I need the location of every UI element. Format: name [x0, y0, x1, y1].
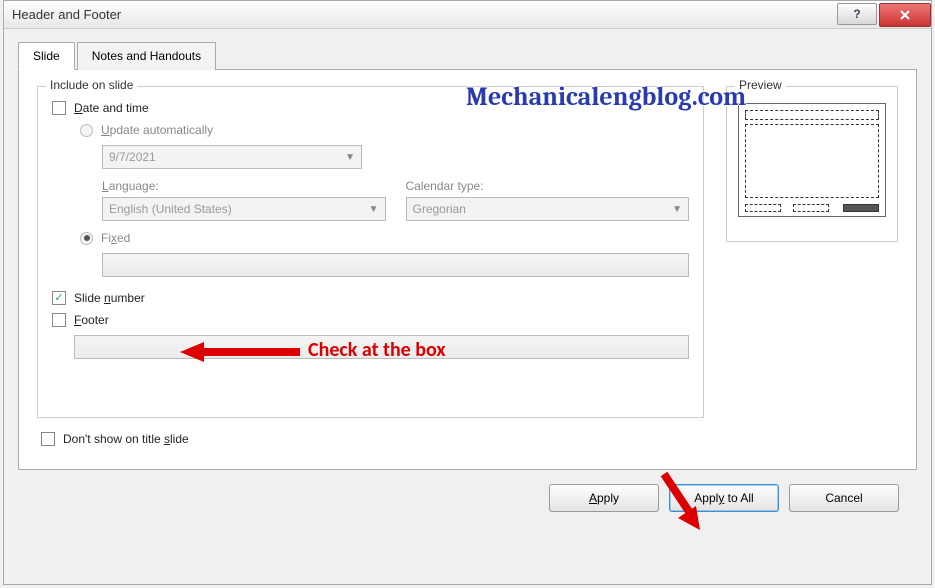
chevron-down-icon: ▼ [345, 152, 355, 163]
right-column: Preview [726, 86, 898, 451]
fixed-row: Fixed [80, 231, 689, 245]
include-on-slide-group: Include on slide Date and time Update au… [37, 86, 704, 418]
titlebar-buttons: ? [835, 3, 931, 27]
footer-label: Footer [74, 313, 109, 327]
date-time-options: Update automatically 9/7/2021 ▼ [80, 123, 689, 277]
apply-to-all-button[interactable]: Apply to All [669, 484, 779, 512]
left-column: Include on slide Date and time Update au… [37, 86, 704, 451]
close-button[interactable] [879, 3, 931, 27]
date-time-row: Date and time [52, 101, 689, 115]
update-auto-label: Update automatically [101, 123, 213, 137]
calendar-combo[interactable]: Gregorian ▼ [406, 197, 690, 221]
calendar-label: Calendar type: [406, 179, 690, 193]
calendar-value: Gregorian [413, 202, 466, 216]
tab-panel-slide: Include on slide Date and time Update au… [18, 70, 917, 470]
dont-show-checkbox[interactable] [41, 432, 55, 446]
dont-show-label: Don't show on title slide [63, 432, 189, 446]
update-auto-radio[interactable] [80, 124, 93, 137]
tab-strip: Slide Notes and Handouts [18, 41, 917, 70]
footer-input[interactable] [74, 335, 689, 359]
chevron-down-icon: ▼ [672, 204, 682, 215]
language-field: Language: English (United States) ▼ [102, 179, 386, 221]
chevron-down-icon: ▼ [369, 204, 379, 215]
fixed-label: Fixed [101, 231, 130, 245]
slide-number-label: Slide number [74, 291, 145, 305]
date-value-text: 9/7/2021 [109, 150, 156, 164]
update-auto-row: Update automatically [80, 123, 689, 137]
group-title: Include on slide [46, 78, 137, 92]
dialog-window: Header and Footer ? Slide Notes and Hand… [3, 0, 932, 585]
preview-title: Preview [735, 78, 786, 92]
preview-footer-placeholder [793, 204, 829, 212]
slide-number-row: Slide number [52, 291, 689, 305]
calendar-field: Calendar type: Gregorian ▼ [406, 179, 690, 221]
dialog-content: Slide Notes and Handouts Include on slid… [4, 29, 931, 522]
footer-row: Footer [52, 313, 689, 327]
date-time-checkbox[interactable] [52, 101, 66, 115]
preview-slidenumber-placeholder [843, 204, 879, 212]
dont-show-row: Don't show on title slide [37, 432, 704, 446]
titlebar: Header and Footer ? [4, 1, 931, 29]
slide-number-checkbox[interactable] [52, 291, 66, 305]
language-value: English (United States) [109, 202, 232, 216]
preview-date-placeholder [745, 204, 781, 212]
preview-slide [738, 103, 886, 217]
footer-checkbox[interactable] [52, 313, 66, 327]
fixed-date-input[interactable] [102, 253, 689, 277]
help-button[interactable]: ? [837, 3, 877, 25]
window-title: Header and Footer [12, 7, 121, 22]
preview-body-placeholder [745, 124, 879, 198]
cancel-button[interactable]: Cancel [789, 484, 899, 512]
language-label: Language: [102, 179, 386, 193]
language-combo[interactable]: English (United States) ▼ [102, 197, 386, 221]
preview-title-placeholder [745, 110, 879, 120]
apply-button[interactable]: Apply [549, 484, 659, 512]
date-value-combo[interactable]: 9/7/2021 ▼ [102, 145, 362, 169]
close-icon [899, 9, 911, 21]
tab-slide[interactable]: Slide [18, 42, 75, 70]
fixed-radio[interactable] [80, 232, 93, 245]
button-bar: Apply Apply to All Cancel [18, 470, 917, 512]
tab-notes-handouts[interactable]: Notes and Handouts [77, 42, 216, 70]
preview-group: Preview [726, 86, 898, 242]
date-time-label: Date and time [74, 101, 149, 115]
